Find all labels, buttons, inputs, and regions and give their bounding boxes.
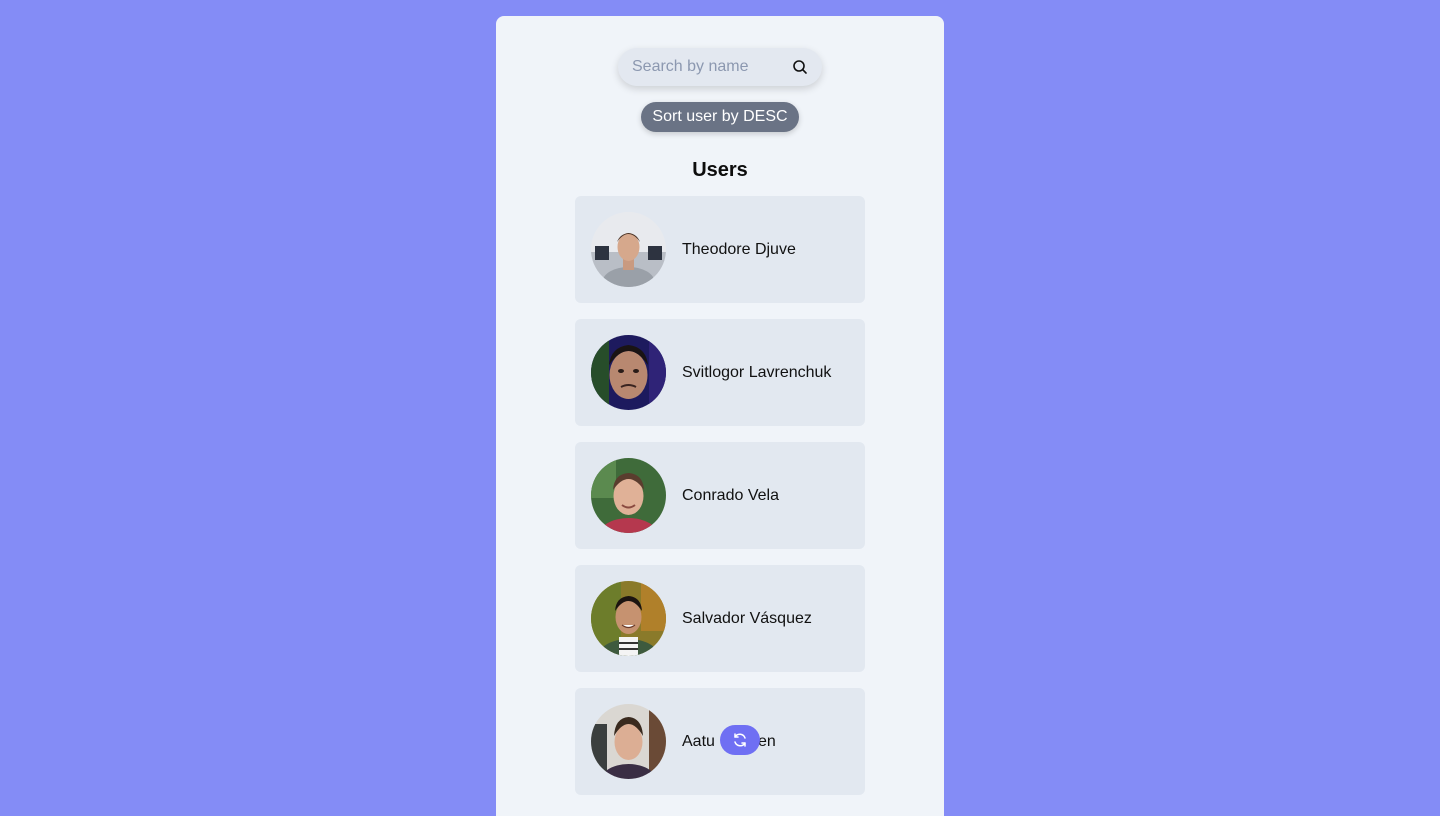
user-card[interactable]: Theodore Djuve [575, 196, 865, 303]
users-panel: Sort user by DESC Users Theodore Djuve [496, 16, 944, 816]
user-name-tail: en [758, 733, 776, 750]
search-input[interactable] [618, 48, 782, 86]
user-name: Aatu [682, 733, 715, 750]
user-card[interactable]: Svitlogor Lavrenchuk [575, 319, 865, 426]
avatar [591, 581, 666, 656]
avatar [591, 704, 666, 779]
user-card[interactable]: Conrado Vela [575, 442, 865, 549]
search-bar [618, 48, 822, 86]
avatar [591, 212, 666, 287]
refresh-icon [734, 733, 746, 747]
avatar [591, 335, 666, 410]
page-title: Users [692, 159, 748, 181]
user-name: Theodore Djuve [682, 241, 796, 258]
refresh-button[interactable] [720, 725, 760, 755]
sort-button[interactable]: Sort user by DESC [641, 102, 799, 132]
user-name: Conrado Vela [682, 487, 779, 504]
user-name: Svitlogor Lavrenchuk [682, 364, 832, 381]
search-icon[interactable] [792, 59, 808, 75]
user-list: Theodore Djuve Svitlogor Lavrenchuk Conr… [575, 196, 865, 811]
avatar [591, 458, 666, 533]
user-card[interactable]: Salvador Vásquez [575, 565, 865, 672]
user-name: Salvador Vásquez [682, 610, 812, 627]
